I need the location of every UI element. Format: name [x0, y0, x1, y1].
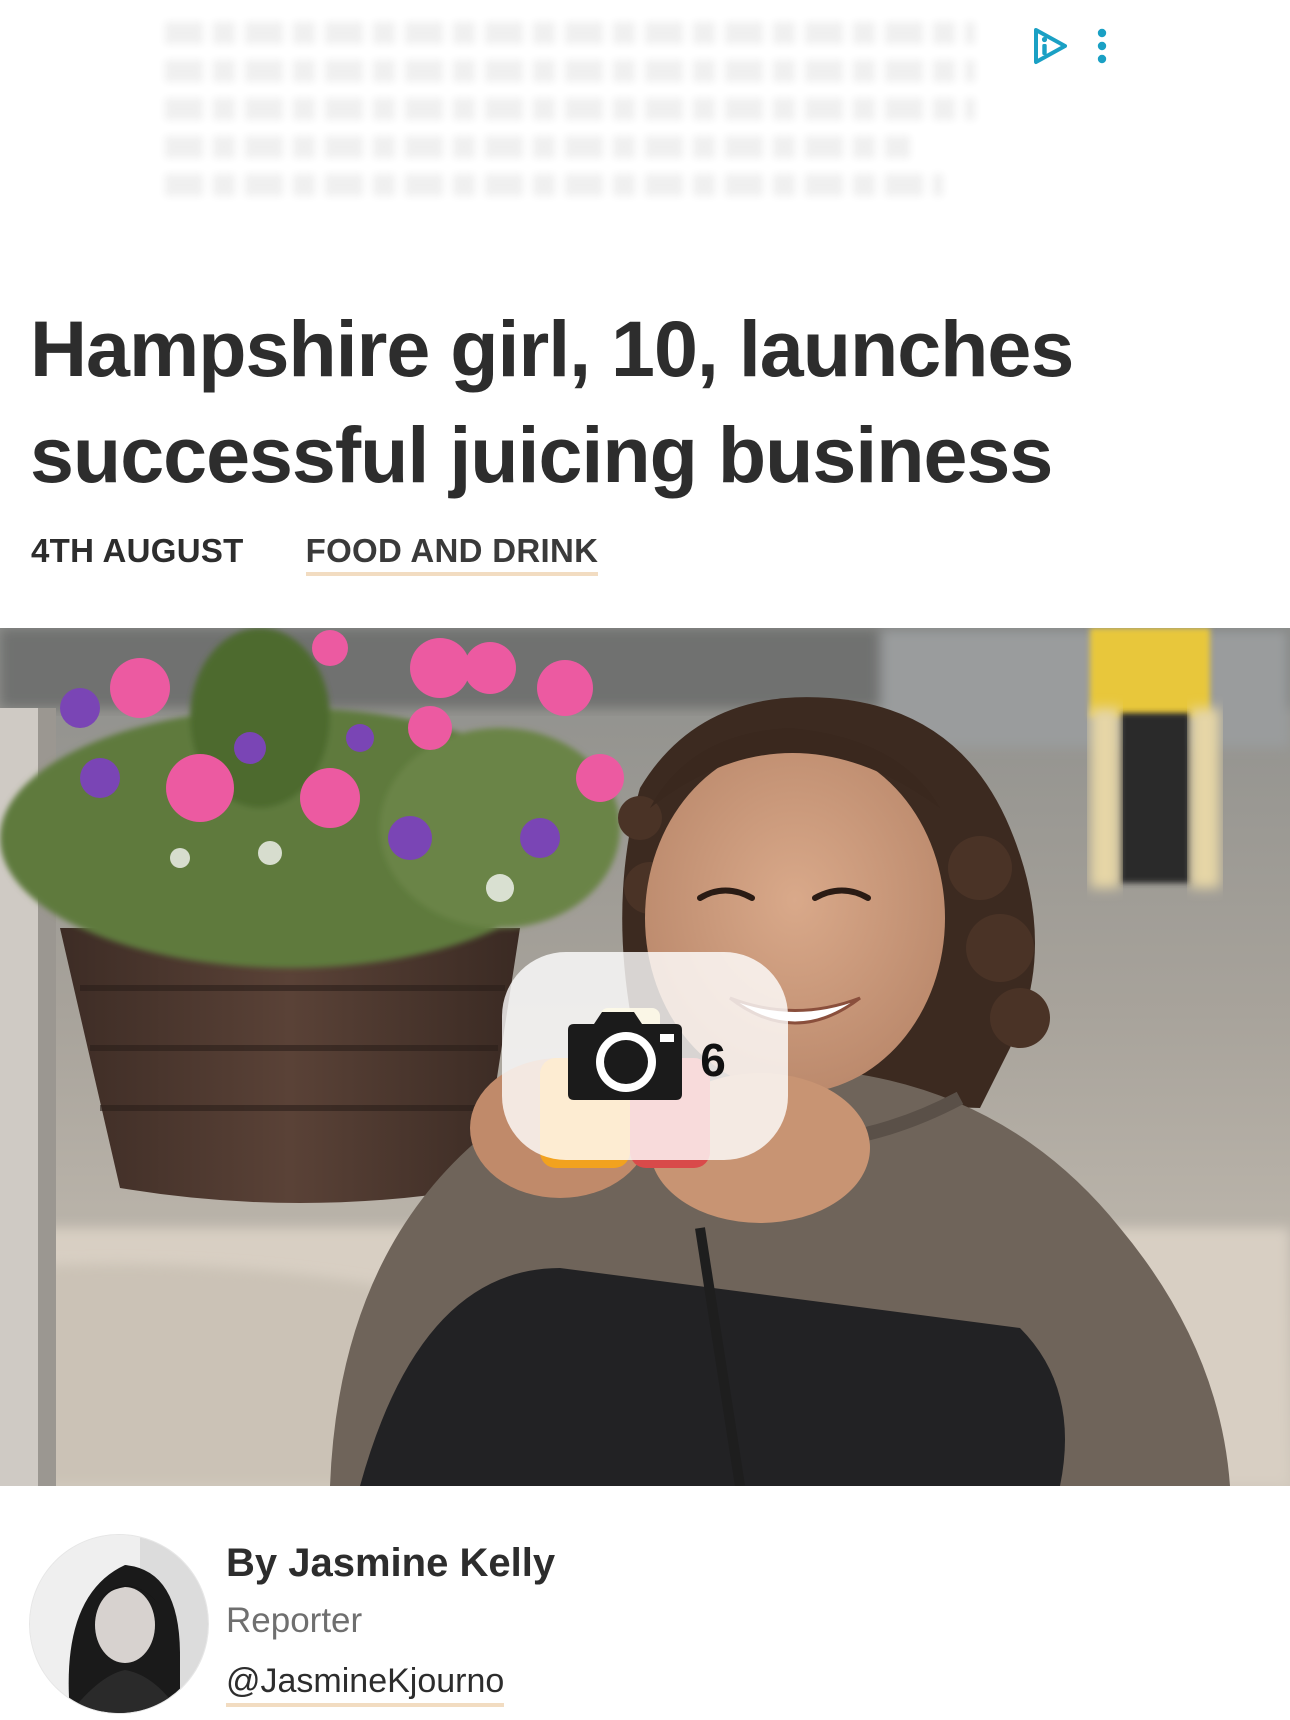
photo-gallery-button[interactable]: 6	[502, 952, 788, 1160]
hero-image[interactable]: 6	[0, 628, 1290, 1486]
camera-icon	[564, 1010, 686, 1102]
author-twitter-link[interactable]: @JasmineKjourno	[226, 1662, 505, 1707]
more-vertical-icon[interactable]	[1096, 27, 1108, 65]
author-byline: By Jasmine Kelly Reporter @JasmineKjourn…	[30, 1535, 1260, 1720]
author-role: Reporter	[226, 1601, 363, 1640]
adchoices-icon[interactable]	[1030, 26, 1070, 66]
article-date: 4TH AUGUST	[31, 532, 244, 569]
photo-count: 6	[700, 1034, 726, 1086]
article-headline: Hampshire girl, 10, launches successful …	[30, 304, 1074, 499]
article-meta: 4TH AUGUST FOOD AND DRINK	[31, 532, 599, 576]
author-avatar[interactable]	[30, 1535, 208, 1713]
author-name[interactable]: By Jasmine Kelly	[226, 1541, 555, 1586]
category-link[interactable]: FOOD AND DRINK	[305, 532, 599, 576]
ad-blurred-content	[165, 22, 975, 196]
ad-banner[interactable]	[0, 0, 1290, 250]
